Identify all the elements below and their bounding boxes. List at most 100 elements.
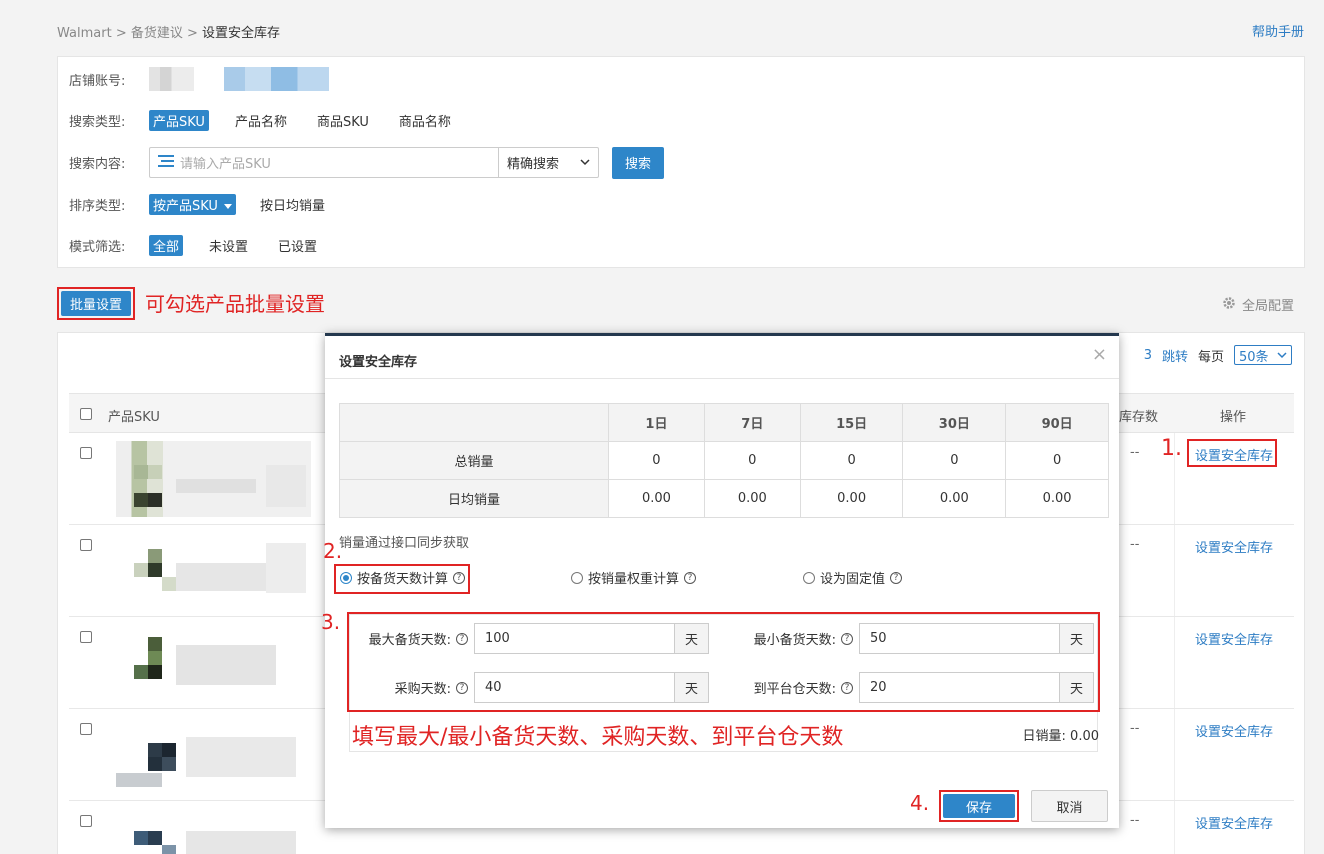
annotation-step1: 1.: [1161, 436, 1182, 461]
search-type-item-name[interactable]: 商品名称: [395, 110, 455, 131]
help-question-icon[interactable]: ?: [841, 632, 853, 645]
total-sales-7d: 0: [703, 441, 801, 480]
help-question-icon[interactable]: ?: [841, 681, 853, 694]
sort-by-product-sku[interactable]: 按产品SKU: [149, 193, 236, 215]
min-days-field: 最小备货天数: ? 50 天: [744, 623, 1094, 654]
daily-sales-label: 日均销量: [339, 479, 609, 518]
modal-title: 设置安全库存: [339, 355, 418, 370]
row-checkbox[interactable]: [80, 447, 92, 459]
search-button[interactable]: 搜索: [612, 146, 664, 179]
radio-icon[interactable]: [571, 571, 583, 584]
total-sales-90d: 0: [1005, 441, 1109, 480]
help-question-icon[interactable]: ?: [456, 632, 468, 645]
store-label: 店铺账号:: [69, 73, 126, 89]
annotation-step4: 4.: [910, 791, 930, 815]
row-checkbox[interactable]: [80, 631, 92, 643]
sync-note: 销量通过接口同步获取: [339, 536, 470, 551]
search-box: 请输入产品SKU 精确搜索: [149, 147, 599, 178]
mode-unset[interactable]: 未设置: [205, 235, 252, 256]
purchase-days-field: 采购天数: ? 40 天: [359, 672, 709, 703]
set-safety-stock-link[interactable]: 设置安全库存: [1195, 721, 1273, 740]
calc-option-fixed[interactable]: 设为固定值 ?: [803, 568, 903, 587]
column-divider: [1174, 525, 1175, 616]
set-safety-stock-link[interactable]: 设置安全库存: [1195, 537, 1273, 556]
sales-stats-table: 1日 7日 15日 30日 90日 总销量 0 0 0 0 0 日均销量 0.0…: [339, 403, 1109, 518]
mode-set[interactable]: 已设置: [274, 235, 321, 256]
close-icon[interactable]: ×: [1092, 344, 1107, 365]
radio-selected-icon[interactable]: [340, 571, 352, 584]
search-type-item-sku[interactable]: 商品SKU: [313, 110, 373, 131]
per-page-value: 50条: [1239, 349, 1269, 365]
help-manual-link[interactable]: 帮助手册: [1252, 21, 1304, 40]
help-question-icon[interactable]: ?: [453, 571, 466, 584]
help-question-icon[interactable]: ?: [456, 681, 468, 694]
radio-icon[interactable]: [803, 571, 815, 584]
chevron-down-icon: [1277, 351, 1287, 358]
max-days-input[interactable]: 100: [474, 623, 675, 654]
set-safety-stock-link[interactable]: 设置安全库存: [1195, 813, 1273, 832]
sort-by-daily-sales[interactable]: 按日均销量: [256, 194, 329, 215]
daily-sales-30d: 0.00: [902, 479, 1007, 518]
stats-col-15d: 15日: [799, 403, 904, 442]
breadcrumb: Walmart > 备货建议 > 设置安全库存: [57, 22, 280, 41]
search-type-label: 搜索类型:: [69, 114, 126, 130]
cancel-button[interactable]: 取消: [1031, 790, 1108, 822]
total-sales-row: 总销量 0 0 0 0 0: [339, 441, 1109, 480]
jump-link[interactable]: 跳转: [1162, 346, 1188, 365]
annotation-step2: 2.: [323, 539, 343, 563]
max-days-field: 最大备货天数: ? 100 天: [359, 623, 709, 654]
page-number[interactable]: 3: [1144, 348, 1152, 363]
breadcrumb-root[interactable]: Walmart: [57, 26, 112, 41]
help-question-icon[interactable]: ?: [890, 571, 903, 584]
store-account-blurred[interactable]: [224, 67, 329, 91]
search-type-product-name[interactable]: 产品名称: [231, 110, 291, 131]
batch-set-highlight: 批量设置: [57, 287, 135, 320]
annotation-batch: 可勾选产品批量设置: [145, 292, 325, 316]
list-filter-icon: [158, 154, 174, 171]
mode-all[interactable]: 全部: [149, 234, 184, 256]
save-button[interactable]: 保存: [943, 794, 1015, 818]
total-sales-1d: 0: [608, 441, 705, 480]
sort-active-label: 按产品SKU: [153, 198, 218, 214]
transit-days-input[interactable]: 20: [859, 672, 1060, 703]
global-config-label: 全局配置: [1241, 299, 1294, 314]
sort-label: 排序类型:: [69, 198, 126, 214]
pagination: 3 跳转 每页 50条: [1144, 345, 1292, 365]
mode-filter-row: 模式筛选: 全部 未设置 已设置: [69, 233, 343, 257]
daily-sales-90d: 0.00: [1005, 479, 1109, 518]
calc-option-days[interactable]: 按备货天数计算 ?: [340, 568, 466, 587]
purchase-days-unit: 天: [675, 672, 709, 703]
stats-col-30d: 30日: [902, 403, 1007, 442]
select-all-checkbox[interactable]: [80, 408, 92, 420]
chevron-down-icon: [580, 155, 590, 170]
global-config-link[interactable]: 全局配置: [1222, 295, 1294, 314]
row-checkbox[interactable]: [80, 539, 92, 551]
transit-days-unit: 天: [1060, 672, 1094, 703]
help-question-icon[interactable]: ?: [684, 571, 697, 584]
stock-value: --: [1130, 445, 1140, 460]
safety-stock-modal: 设置安全库存 × 1日 7日 15日 30日 90日 总销量 0 0 0 0 0…: [321, 333, 1119, 828]
purchase-days-input[interactable]: 40: [474, 672, 675, 703]
search-type-product-sku[interactable]: 产品SKU: [149, 109, 209, 131]
stats-col-90d: 90日: [1005, 403, 1109, 442]
search-input[interactable]: 请输入产品SKU: [150, 148, 499, 177]
row-checkbox[interactable]: [80, 815, 92, 827]
calc-option-weight[interactable]: 按销量权重计算 ?: [571, 568, 697, 587]
daily-sales-1d: 0.00: [608, 479, 705, 518]
breadcrumb-separator: >: [111, 26, 131, 41]
breadcrumb-middle[interactable]: 备货建议: [131, 26, 183, 41]
breadcrumb-separator: >: [182, 26, 203, 41]
row-checkbox[interactable]: [80, 723, 92, 735]
per-page-select[interactable]: 50条: [1234, 345, 1292, 365]
total-sales-30d: 0: [902, 441, 1007, 480]
search-mode-value: 精确搜索: [507, 157, 560, 172]
stats-col-1d: 1日: [608, 403, 705, 442]
calc-option-weight-label: 按销量权重计算: [588, 572, 680, 587]
stock-value: --: [1130, 721, 1140, 736]
batch-set-button[interactable]: 批量设置: [61, 291, 131, 316]
search-mode-select[interactable]: 精确搜索: [499, 148, 598, 177]
min-days-input[interactable]: 50: [859, 623, 1060, 654]
set-safety-stock-link[interactable]: 设置安全库存: [1195, 629, 1273, 648]
calc-option-fixed-label: 设为固定值: [820, 572, 886, 587]
daily-sales-row: 日均销量 0.00 0.00 0.00 0.00 0.00: [339, 479, 1109, 518]
